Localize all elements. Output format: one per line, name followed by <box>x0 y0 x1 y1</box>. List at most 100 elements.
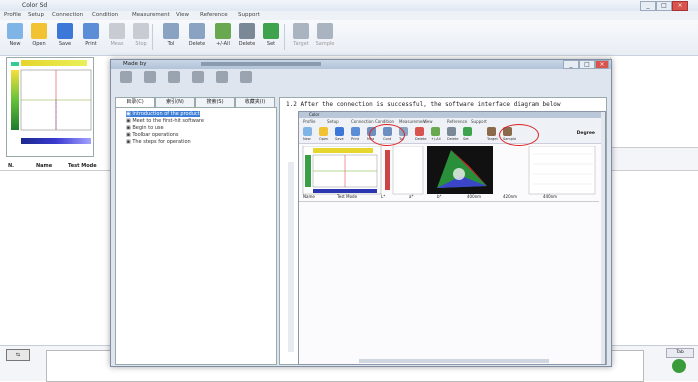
close-button[interactable]: × <box>672 1 688 11</box>
tree-item[interactable]: ▣ Toolbar operations <box>126 132 179 138</box>
inner-tool-label: New <box>303 137 311 141</box>
target-button[interactable]: Target <box>290 22 312 53</box>
save-button[interactable]: Save <box>54 22 76 53</box>
main-toolbar: New Open Save Print Meas Stop Tol Delete +/-All D… <box>0 20 698 56</box>
inner-tool-icon <box>431 127 440 136</box>
column-number: N. <box>8 163 15 169</box>
sample-button[interactable]: Sample <box>314 22 336 53</box>
right-pane <box>610 57 698 343</box>
settings-button[interactable]: Set <box>260 22 282 53</box>
page-icon <box>240 71 252 83</box>
measure-button[interactable]: Meas <box>106 22 128 53</box>
column-name: Name <box>36 163 53 169</box>
green-dot-icon[interactable] <box>672 359 686 373</box>
inner-tool-icon <box>415 127 424 136</box>
home-icon <box>192 71 204 83</box>
tab-label[interactable]: Tab <box>666 348 694 358</box>
menu-item-profile[interactable]: Profile <box>4 12 21 18</box>
dialog-titlebar: Made by _ □ × <box>111 60 611 69</box>
inner-tool-icon <box>447 127 456 136</box>
back-button[interactable] <box>139 71 161 95</box>
tree-item[interactable]: ▣ Begin to use <box>126 125 164 131</box>
print-icon <box>83 23 99 39</box>
inner-column: 420nm <box>503 194 518 199</box>
minimize-button[interactable]: _ <box>640 1 656 11</box>
menu-item-connection[interactable]: Connection <box>52 12 83 18</box>
tree-item[interactable]: ▣ Introduction of the product <box>126 111 200 117</box>
inner-menu-item: Connection <box>351 119 374 124</box>
options-button[interactable] <box>211 71 233 95</box>
toolbar-label: +/-All <box>216 41 230 47</box>
dialog-close-button[interactable]: × <box>595 60 609 69</box>
tree-item-label: Meet to the first-hit software <box>132 118 204 124</box>
inner-column: 440nm <box>543 194 558 199</box>
inner-menu-item: Profile <box>303 119 316 124</box>
header-divider <box>0 170 110 171</box>
menu-item-condition[interactable]: Condition <box>92 12 118 18</box>
toolbar-label: Save <box>58 41 72 47</box>
toolbar-separator <box>284 24 285 50</box>
contents-tree: ▣ Introduction of the product ▣ Meet to t… <box>115 107 277 365</box>
inner-vertical-scrollbar[interactable] <box>601 112 605 364</box>
maximize-button[interactable]: □ <box>656 1 672 11</box>
dialog-toolbar <box>115 71 305 95</box>
tree-item[interactable]: ▣ The steps for operation <box>126 139 191 145</box>
inner-menu-item: View <box>423 119 433 124</box>
inner-tool-icon <box>487 127 496 136</box>
toolbar-label: Open <box>32 41 46 47</box>
inner-horizontal-scrollbar[interactable] <box>359 359 549 363</box>
inner-title: Color <box>309 112 320 117</box>
menu-item-setup[interactable]: Setup <box>28 12 44 18</box>
add-remove-button[interactable]: +/-All <box>212 22 234 53</box>
measure-icon <box>109 23 125 39</box>
menu-item-view[interactable]: View <box>176 12 189 18</box>
sample-tray-icon[interactable]: ⇆ <box>6 349 30 361</box>
grid-icon <box>293 23 309 39</box>
toolbar-separator <box>152 24 153 50</box>
cie-color-panel <box>6 57 94 157</box>
dialog-title-blur <box>201 62 321 66</box>
tree-item-label: Begin to use <box>132 125 164 131</box>
window-title: Color Sd <box>22 2 48 9</box>
toolbar-label: New <box>9 41 21 47</box>
inner-tool-icon <box>463 127 472 136</box>
content-scroll-gutter <box>288 162 294 352</box>
folder-open-button[interactable]: Open <box>28 22 50 53</box>
dialog-minimize-button[interactable]: _ <box>563 60 579 69</box>
inner-tool-icon <box>303 127 312 136</box>
inner-column: a* <box>409 194 414 199</box>
menu-item-measurement[interactable]: Measurement <box>132 12 170 18</box>
inner-degree-label: Degree <box>576 131 595 136</box>
tree-item[interactable]: ▣ Meet to the first-hit software <box>126 118 204 124</box>
dialog-maximize-button[interactable]: □ <box>579 60 595 69</box>
delete-all-button[interactable]: Delete <box>236 22 258 53</box>
help-dialog[interactable]: Made by _ □ × 目录(C) 索引(N) 搜索(S) 收藏夹(I) ▣ In… <box>110 59 612 367</box>
tree-item-label: Introduction of the product <box>132 111 200 117</box>
cie-plot <box>7 58 93 156</box>
inner-column: Test Mode <box>337 194 358 199</box>
add-remove-icon <box>215 23 231 39</box>
help-content: 1.2 After the connection is successful, … <box>279 97 607 365</box>
stop-button[interactable]: Stop <box>130 22 152 53</box>
forward-button[interactable] <box>163 71 185 95</box>
print-button[interactable] <box>115 71 137 95</box>
delete-button[interactable]: Delete <box>186 22 208 53</box>
toolbar-label: Print <box>85 41 97 47</box>
menu-item-support[interactable]: Support <box>238 12 260 18</box>
new-file-button[interactable]: New <box>4 22 26 53</box>
menu-item-reference[interactable]: Reference <box>200 12 228 18</box>
inner-tool-icon <box>351 127 360 136</box>
forward-icon <box>168 71 180 83</box>
inner-divider <box>299 201 599 202</box>
tolerance-button[interactable]: Tol <box>160 22 182 53</box>
inner-tool-label: Set <box>463 137 469 141</box>
print-button[interactable]: Print <box>80 22 102 53</box>
column-test-mode: Test Mode <box>68 163 97 169</box>
back-icon <box>144 71 156 83</box>
page-button[interactable] <box>235 71 257 95</box>
corner-widget[interactable]: Tab <box>666 348 694 376</box>
home-button[interactable] <box>187 71 209 95</box>
help-heading: 1.2 After the connection is successful, … <box>286 101 561 108</box>
inner-tool-label: Delete <box>415 137 427 141</box>
tolerance-icon <box>163 23 179 39</box>
